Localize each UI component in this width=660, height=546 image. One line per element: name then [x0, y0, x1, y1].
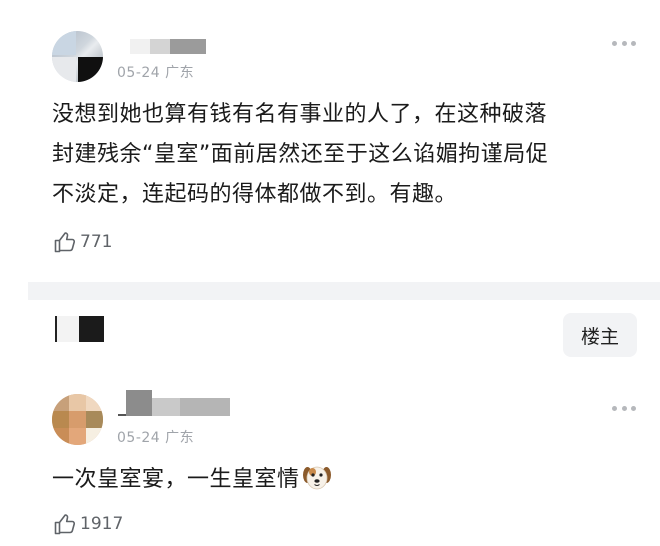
comment-meta: 05-24 广东	[117, 62, 194, 82]
comment-date: 05-24	[117, 430, 161, 446]
avatar[interactable]	[52, 31, 103, 82]
avatar-pixel	[52, 57, 76, 82]
comment-text-line: 一次皇室宴，一生皇室情	[52, 467, 300, 492]
like-button[interactable]: 771	[53, 230, 112, 254]
avatar[interactable]	[52, 394, 103, 445]
section-divider	[28, 282, 660, 300]
op-badge[interactable]: 楼主	[563, 313, 637, 357]
comment-text-line: 不淡定，连起码的得体都做不到。有趣。	[52, 182, 458, 207]
like-count: 771	[80, 232, 113, 252]
comment-date: 05-24	[117, 65, 161, 81]
dog-face-icon	[302, 466, 331, 490]
avatar-pixel	[78, 57, 103, 82]
username-redacted[interactable]	[130, 39, 206, 54]
comment-text: 没想到她也算有钱有名有事业的人了，在这种破落 封建残余“皇室”面前居然还至于这么…	[52, 95, 632, 215]
comment-text-line: 封建残余“皇室”面前居然还至于这么谄媚拘谨局促	[52, 142, 549, 167]
like-count: 1917	[80, 514, 124, 534]
thumbs-up-icon	[54, 514, 76, 535]
comment-text: 一次皇室宴，一生皇室情	[52, 460, 632, 500]
comment-location: 广东	[165, 65, 195, 81]
more-dots-icon[interactable]	[612, 405, 636, 411]
comment-meta: 05-24 广东	[117, 427, 194, 447]
replier-avatar-redacted[interactable]	[52, 316, 104, 342]
more-dots-icon[interactable]	[612, 40, 636, 46]
comment-text-line: 没想到她也算有钱有名有事业的人了，在这种破落	[52, 102, 548, 127]
avatar-pixel	[52, 31, 76, 55]
like-button[interactable]: 1917	[53, 512, 123, 536]
username-redacted[interactable]	[118, 390, 230, 416]
comment-location: 广东	[165, 430, 195, 446]
thumbs-up-icon	[54, 232, 76, 253]
